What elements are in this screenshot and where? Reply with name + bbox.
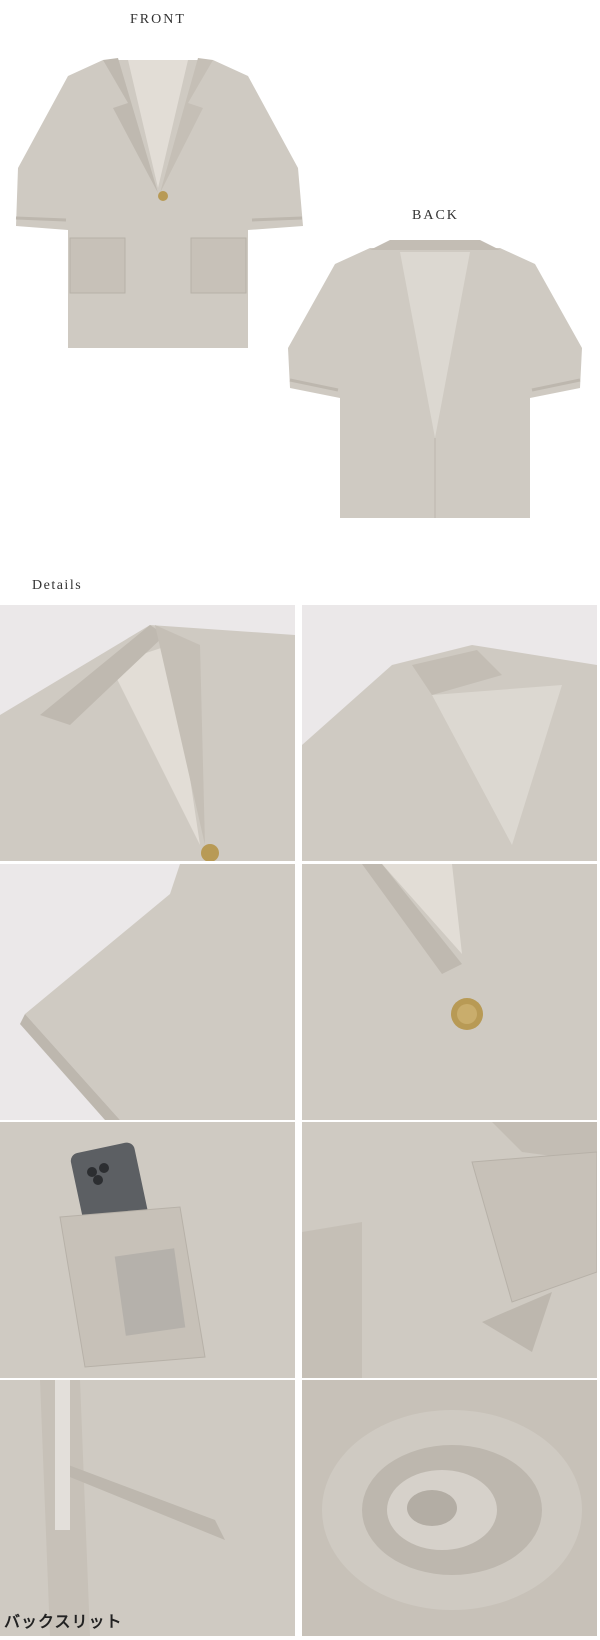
detail-caption: バックスリット — [4, 1612, 123, 1631]
details-label: Details — [32, 578, 83, 593]
detail-tile-pocket-side — [302, 1122, 597, 1378]
back-jacket-image — [288, 240, 582, 518]
back-label: BACK — [412, 208, 459, 223]
front-label: FRONT — [130, 12, 186, 27]
detail-tile-pocket-phone — [0, 1122, 295, 1378]
detail-tile-button — [302, 864, 597, 1120]
front-jacket-image — [15, 58, 303, 348]
detail-tile-back-slit: バックスリット — [0, 1380, 295, 1636]
detail-tile-back-collar — [302, 605, 597, 861]
detail-tile-fabric-texture — [302, 1380, 597, 1636]
detail-tile-front-lapel — [0, 605, 295, 861]
detail-tile-sleeve — [0, 864, 295, 1120]
